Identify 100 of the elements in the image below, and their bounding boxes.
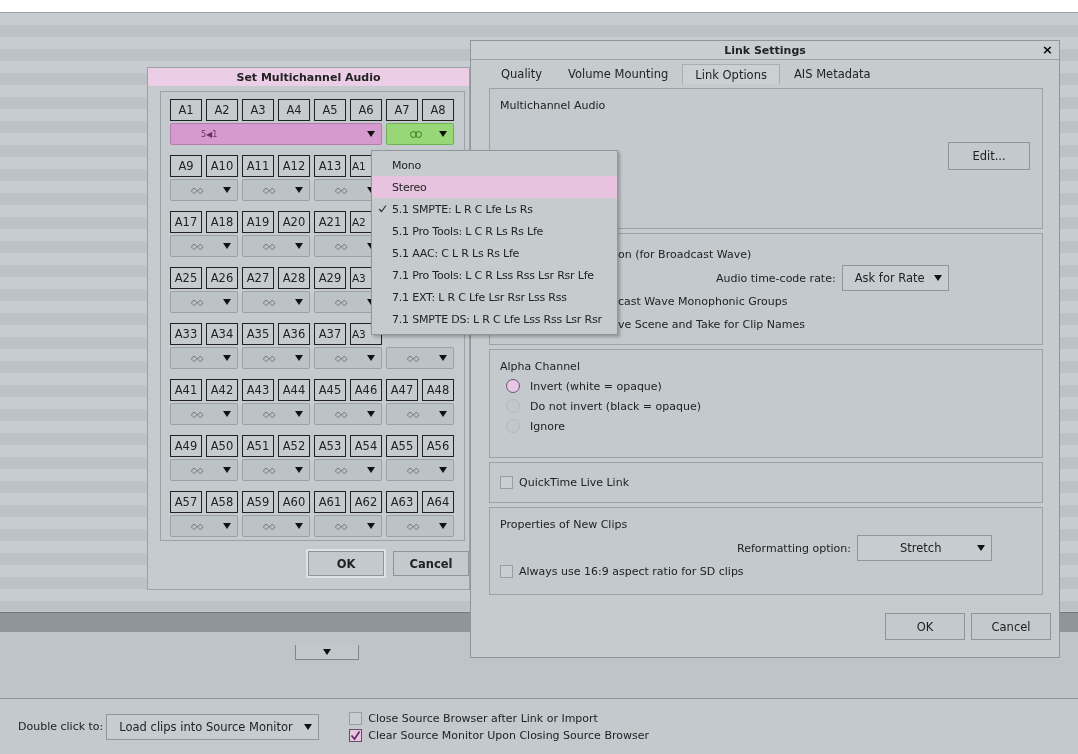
channel-label[interactable]: A45 — [314, 379, 346, 401]
channel-format-dropdown[interactable]: ◇◇ — [386, 459, 454, 481]
checkbox[interactable] — [349, 728, 363, 742]
channel-label[interactable]: A57 — [170, 491, 202, 513]
channel-format-dropdown[interactable]: ◇◇ — [170, 235, 238, 257]
dialog-button[interactable]: Cancel — [971, 613, 1051, 640]
channel-label[interactable]: A52 — [278, 435, 310, 457]
channel-format-dropdown[interactable]: ◇◇ — [242, 459, 310, 481]
channel-label[interactable]: A50 — [206, 435, 238, 457]
channel-label[interactable]: A4 — [278, 99, 310, 121]
channel-label[interactable]: A47 — [386, 379, 418, 401]
double-click-dropdown[interactable]: Load clips into Source Monitor — [106, 713, 320, 740]
checkbox[interactable] — [500, 565, 513, 578]
channel-label[interactable]: A54 — [350, 435, 382, 457]
channel-label[interactable]: A46 — [350, 379, 382, 401]
tab[interactable]: Quality — [489, 64, 555, 84]
tab[interactable]: Volume Mounting — [556, 64, 681, 84]
channel-label[interactable]: A27 — [242, 267, 274, 289]
channel-format-dropdown[interactable]: ◇◇ — [242, 515, 310, 537]
channel-label[interactable]: A55 — [386, 435, 418, 457]
channel-label[interactable]: A13 — [314, 155, 346, 177]
rate-dropdown[interactable]: Ask for Rate — [841, 265, 949, 291]
dialog-button[interactable]: Cancel — [393, 551, 469, 576]
channel-label[interactable]: A60 — [278, 491, 310, 513]
channel-label[interactable]: A56 — [422, 435, 454, 457]
channel-format-dropdown[interactable]: ◇◇ — [314, 515, 382, 537]
checkbox[interactable] — [349, 711, 363, 725]
expand-tab[interactable] — [295, 645, 359, 660]
checkbox[interactable] — [500, 476, 513, 489]
channel-label[interactable]: A37 — [314, 323, 346, 345]
channel-label[interactable]: A19 — [242, 211, 274, 233]
radio-button[interactable] — [506, 379, 520, 393]
channel-label[interactable]: A12 — [278, 155, 310, 177]
caret-icon — [295, 355, 303, 361]
channel-format-dropdown[interactable]: ◇◇ — [170, 347, 238, 369]
channel-label[interactable]: A33 — [170, 323, 202, 345]
channel-format-dropdown[interactable]: ◇◇ — [170, 179, 238, 201]
dialog-button[interactable]: OK — [308, 551, 384, 576]
channel-label[interactable]: A53 — [314, 435, 346, 457]
channel-label[interactable]: A58 — [206, 491, 238, 513]
channel-label[interactable]: A6 — [350, 99, 382, 121]
channel-label[interactable]: A36 — [278, 323, 310, 345]
channel-format-dropdown[interactable]: ◇◇ — [386, 347, 454, 369]
channel-label[interactable]: A1 — [170, 99, 202, 121]
channel-label[interactable]: A3 — [242, 99, 274, 121]
channel-label[interactable]: A43 — [242, 379, 274, 401]
channel-format-dropdown[interactable]: ◇◇ — [314, 403, 382, 425]
tab[interactable]: AIS Metadata — [781, 64, 883, 84]
channel-label[interactable]: A41 — [170, 379, 202, 401]
channel-label[interactable]: A61 — [314, 491, 346, 513]
channel-format-dropdown[interactable]: ◇◇ — [170, 515, 238, 537]
channel-label[interactable]: A63 — [386, 491, 418, 513]
channel-label[interactable]: A7 — [386, 99, 418, 121]
channel-format-dropdown[interactable]: ◇◇ — [242, 291, 310, 313]
menu-item[interactable]: Stereo — [372, 176, 617, 199]
channel-label[interactable]: A49 — [170, 435, 202, 457]
channel-label[interactable]: A8 — [422, 99, 454, 121]
channel-format-dropdown[interactable]: ◇◇ — [170, 291, 238, 313]
channel-label[interactable]: A18 — [206, 211, 238, 233]
channel-label[interactable]: A17 — [170, 211, 202, 233]
channel-label[interactable]: A11 — [242, 155, 274, 177]
channel-format-dropdown[interactable] — [386, 123, 454, 145]
channel-label[interactable]: A28 — [278, 267, 310, 289]
channel-format-dropdown[interactable]: ◇◇ — [242, 179, 310, 201]
channel-format-dropdown[interactable]: ◇◇ — [314, 459, 382, 481]
channel-label[interactable]: A25 — [170, 267, 202, 289]
channel-format-dropdown[interactable]: ◇◇ — [386, 515, 454, 537]
channel-label[interactable]: A62 — [350, 491, 382, 513]
channel-label[interactable]: A35 — [242, 323, 274, 345]
option-label: Clear Source Monitor Upon Closing Source Browser — [368, 728, 649, 742]
channel-format-dropdown[interactable]: ◇◇ — [386, 403, 454, 425]
reformat-dropdown[interactable]: Stretch — [857, 535, 992, 561]
channel-label[interactable]: A21 — [314, 211, 346, 233]
channel-format-dropdown[interactable]: ◇◇ — [170, 403, 238, 425]
channel-label[interactable]: A10 — [206, 155, 238, 177]
edit-button[interactable]: Edit... — [948, 142, 1030, 170]
channel-format-dropdown[interactable]: ◇◇ — [242, 347, 310, 369]
channel-label[interactable]: A2 — [206, 99, 238, 121]
channel-format-dropdown[interactable]: ◇◇ — [242, 235, 310, 257]
channel-label[interactable]: A26 — [206, 267, 238, 289]
channel-label[interactable]: A20 — [278, 211, 310, 233]
channel-label[interactable]: A42 — [206, 379, 238, 401]
channel-label[interactable]: A51 — [242, 435, 274, 457]
channel-label[interactable]: A59 — [242, 491, 274, 513]
channel-format-dropdown[interactable]: ◇◇ — [314, 347, 382, 369]
channel-format-dropdown[interactable]: ◇◇ — [170, 459, 238, 481]
channel-label[interactable]: A9 — [170, 155, 202, 177]
channel-format-dropdown[interactable]: ◇◇ — [242, 403, 310, 425]
channel-label[interactable]: A29 — [314, 267, 346, 289]
channel-label[interactable]: A5 — [314, 99, 346, 121]
tab[interactable]: Link Options — [682, 64, 780, 84]
channel-label[interactable]: A34 — [206, 323, 238, 345]
expand-caret-icon — [323, 649, 331, 655]
caret-icon — [439, 131, 447, 137]
channel-format-dropdown[interactable]: 5◀1 — [170, 123, 382, 145]
dialog-button[interactable]: OK — [885, 613, 965, 640]
channel-label[interactable]: A48 — [422, 379, 454, 401]
channel-label[interactable]: A64 — [422, 491, 454, 513]
channel-label[interactable]: A44 — [278, 379, 310, 401]
close-button[interactable]: × — [1042, 42, 1053, 57]
